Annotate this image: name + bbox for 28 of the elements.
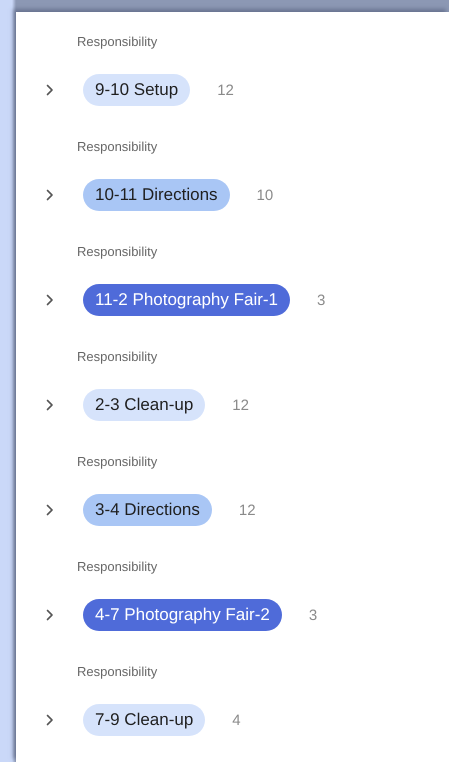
- item-count: 4: [232, 712, 241, 728]
- chevron-icon[interactable]: [46, 399, 54, 411]
- chevron-icon[interactable]: [46, 84, 54, 96]
- chevron-icon[interactable]: [46, 714, 54, 726]
- group-label: Responsibility: [77, 34, 158, 50]
- tag-pill[interactable]: 7-9 Clean-up: [83, 704, 206, 736]
- item-count: 3: [308, 606, 318, 624]
- tag-pill[interactable]: 3-4 Directions: [83, 494, 212, 526]
- group-label: Responsibility: [77, 454, 158, 470]
- group-label: Responsibility: [77, 559, 158, 575]
- tag-pill[interactable]: 4-7 Photography Fair-2: [83, 599, 282, 631]
- chevron-icon[interactable]: [46, 609, 54, 621]
- tag-pill[interactable]: 11-2 Photography Fair-1: [83, 284, 290, 316]
- tag-pill[interactable]: 9-10 Setup: [83, 74, 190, 106]
- chevron-icon[interactable]: [46, 294, 54, 306]
- item-count: 10: [256, 186, 274, 204]
- item-count: 12: [232, 396, 249, 414]
- tag-pill[interactable]: 10-11 Directions: [83, 179, 230, 211]
- group-label: Responsibility: [77, 349, 158, 365]
- chevron-icon[interactable]: [46, 504, 54, 516]
- group-label: Responsibility: [77, 664, 158, 680]
- group-label: Responsibility: [77, 139, 158, 155]
- item-count: 12: [238, 502, 256, 518]
- tag-pill[interactable]: 2-3 Clean-up: [83, 389, 206, 421]
- item-count: 3: [317, 292, 326, 308]
- group-label: Responsibility: [77, 244, 158, 260]
- item-count: 12: [217, 82, 234, 98]
- chevron-icon[interactable]: [46, 189, 54, 201]
